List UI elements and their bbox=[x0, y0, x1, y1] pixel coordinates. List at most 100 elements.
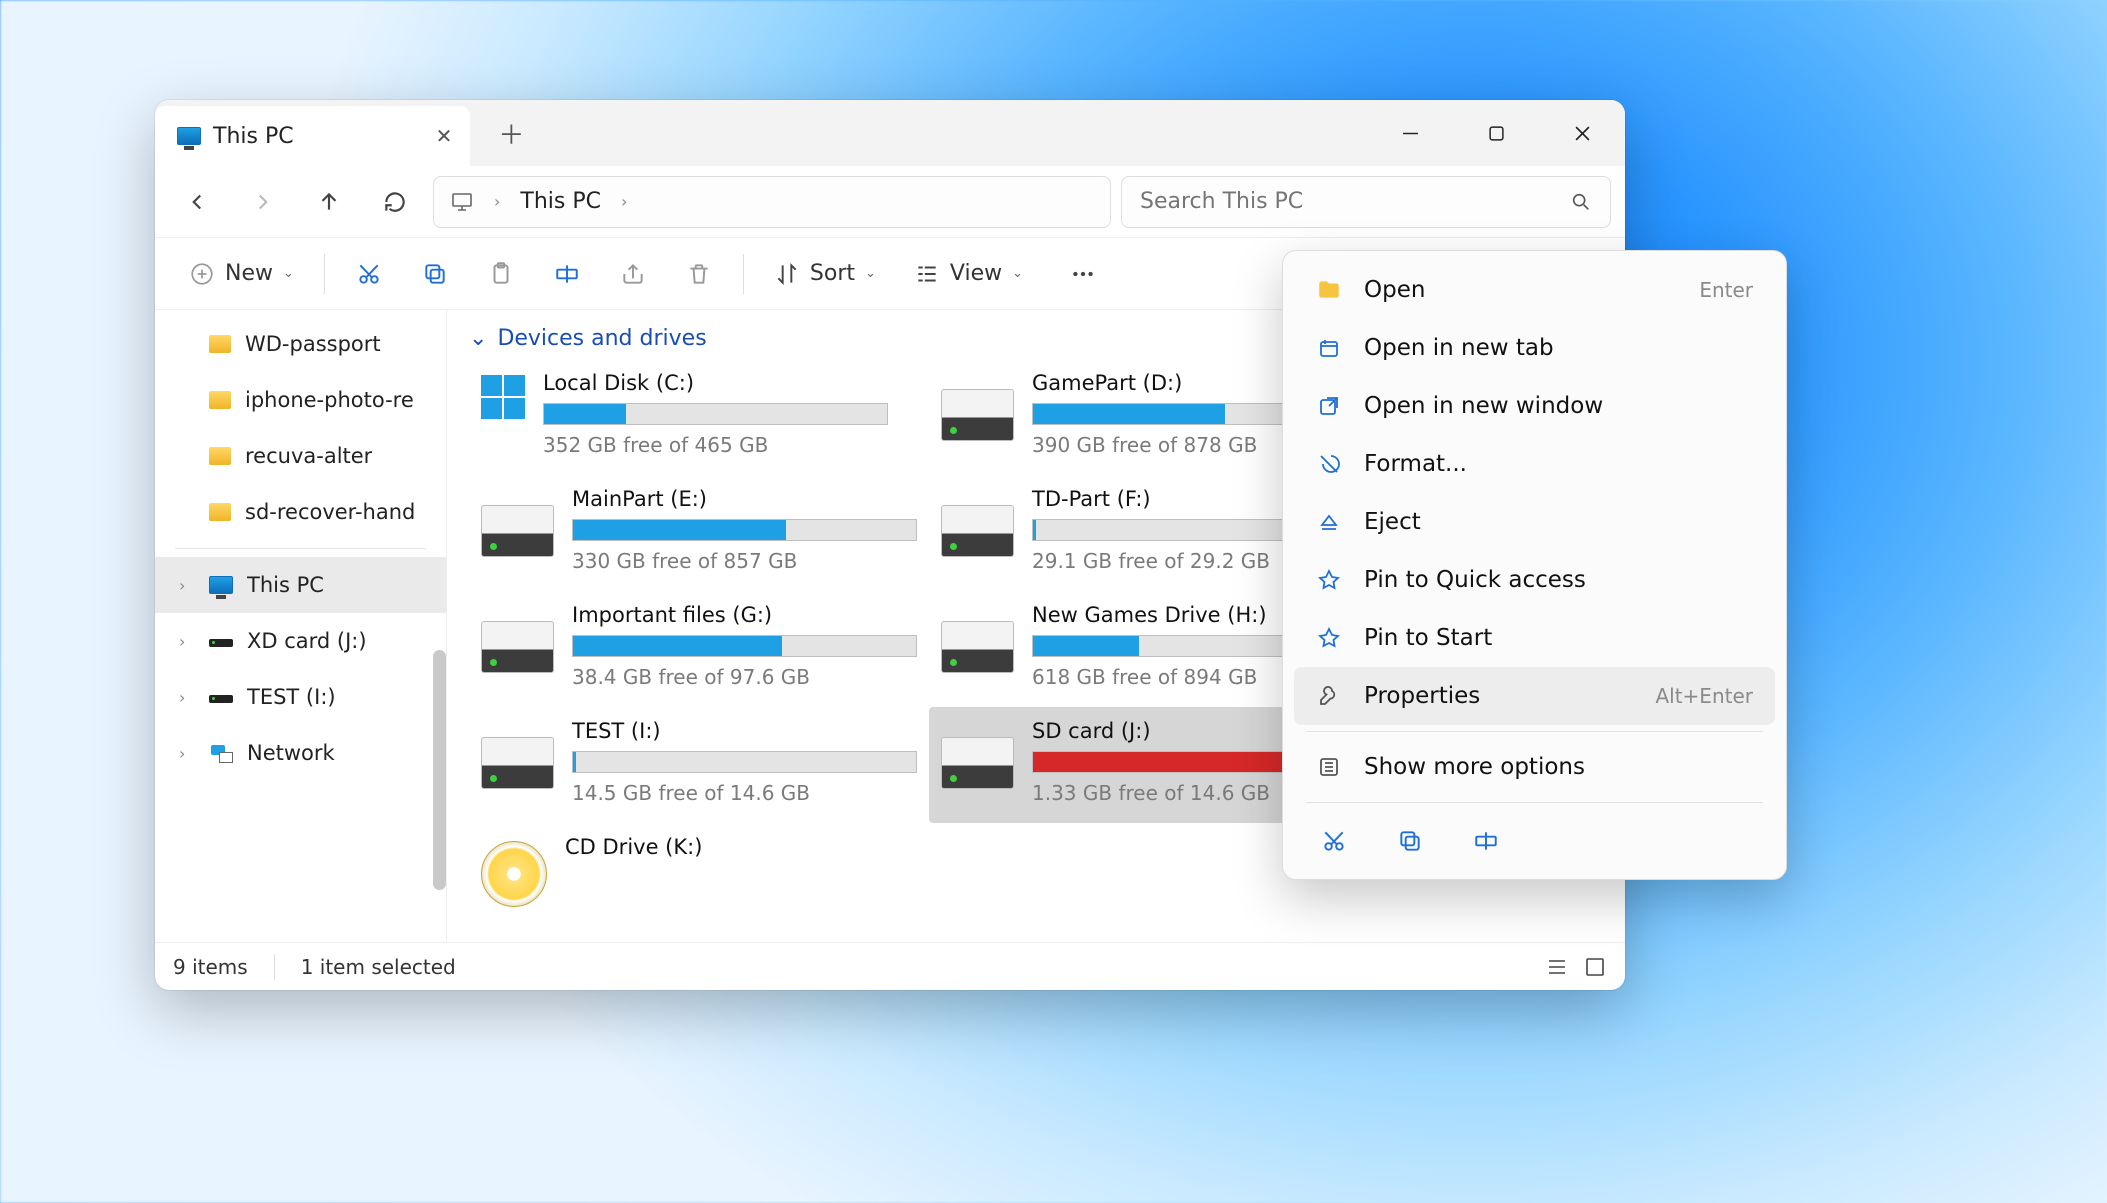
sidebar-tree-item[interactable]: › TEST (I:) bbox=[155, 669, 446, 725]
folder-icon bbox=[209, 447, 231, 465]
drive-item[interactable]: Important files (G:)38.4 GB free of 97.6… bbox=[469, 591, 929, 707]
window-controls bbox=[1367, 107, 1625, 159]
chevron-down-icon: ⌄ bbox=[283, 266, 294, 281]
navigation-pane[interactable]: WD-passport iphone-photo-re recuva-alter sd… bbox=[155, 310, 447, 942]
drive-icon bbox=[941, 505, 1014, 557]
cut-button[interactable] bbox=[1312, 819, 1356, 863]
context-menu: OpenEnterOpen in new tabOpen in new wind… bbox=[1282, 250, 1787, 880]
sidebar-quick-item[interactable]: sd-recover-hand bbox=[155, 484, 446, 540]
rename-button[interactable] bbox=[537, 247, 597, 301]
scrollbar-thumb[interactable] bbox=[433, 650, 446, 890]
sidebar-tree-item[interactable]: ›XD card (J:) bbox=[155, 613, 446, 669]
capacity-bar bbox=[543, 403, 888, 425]
separator bbox=[175, 548, 426, 549]
selection-count: 1 item selected bbox=[301, 955, 456, 979]
sidebar-quick-item[interactable]: iphone-photo-re bbox=[155, 372, 446, 428]
drive-item[interactable]: MainPart (E:)330 GB free of 857 GB bbox=[469, 475, 929, 591]
details-view-button[interactable] bbox=[1545, 955, 1569, 979]
capacity-bar bbox=[572, 635, 917, 657]
sort-button[interactable]: Sort ⌄ bbox=[758, 247, 892, 301]
sidebar-tree-item[interactable]: ›Network bbox=[155, 725, 446, 781]
close-button[interactable] bbox=[1539, 107, 1625, 159]
maximize-button[interactable] bbox=[1453, 107, 1539, 159]
expander-icon[interactable]: › bbox=[179, 632, 195, 651]
separator bbox=[1306, 731, 1763, 732]
cut-button[interactable] bbox=[339, 247, 399, 301]
context-menu-item[interactable]: Format... bbox=[1294, 435, 1775, 493]
drive-icon bbox=[941, 737, 1014, 789]
tiles-view-button[interactable] bbox=[1583, 955, 1607, 979]
drive-icon bbox=[209, 695, 233, 703]
sidebar-item-label: WD-passport bbox=[245, 332, 381, 356]
search-box[interactable] bbox=[1121, 176, 1611, 228]
expander-icon[interactable]: › bbox=[179, 688, 195, 707]
format-icon bbox=[1316, 451, 1342, 477]
drive-name: CD Drive (K:) bbox=[565, 835, 917, 859]
context-menu-label: Eject bbox=[1364, 509, 1421, 535]
sidebar-item-label: recuva-alter bbox=[245, 444, 372, 468]
titlebar: This PC ✕ ＋ bbox=[155, 100, 1625, 166]
pc-icon bbox=[209, 576, 233, 594]
capacity-bar bbox=[572, 751, 917, 773]
more-button[interactable] bbox=[1053, 247, 1113, 301]
context-menu-item[interactable]: PropertiesAlt+Enter bbox=[1294, 667, 1775, 725]
pin-icon bbox=[1316, 567, 1342, 593]
sidebar-item-label: TEST (I:) bbox=[247, 685, 336, 709]
back-button[interactable] bbox=[169, 174, 225, 230]
copy-button[interactable] bbox=[1388, 819, 1432, 863]
eject-icon bbox=[1316, 509, 1342, 535]
share-button[interactable] bbox=[603, 247, 663, 301]
copy-button[interactable] bbox=[405, 247, 465, 301]
view-button[interactable]: View ⌄ bbox=[898, 247, 1039, 301]
delete-button[interactable] bbox=[669, 247, 729, 301]
tab-this-pc[interactable]: This PC ✕ bbox=[155, 106, 470, 166]
address-bar[interactable]: › This PC › bbox=[433, 176, 1111, 228]
context-menu-footer bbox=[1288, 809, 1781, 869]
refresh-button[interactable] bbox=[367, 174, 423, 230]
drive-item[interactable]: Local Disk (C:)352 GB free of 465 GB bbox=[469, 359, 929, 475]
view-switcher bbox=[1545, 955, 1607, 979]
paste-button[interactable] bbox=[471, 247, 531, 301]
sidebar-item-label: iphone-photo-re bbox=[245, 388, 414, 412]
search-input[interactable] bbox=[1140, 189, 1570, 214]
forward-button[interactable] bbox=[235, 174, 291, 230]
context-menu-item[interactable]: Eject bbox=[1294, 493, 1775, 551]
expander-icon[interactable]: › bbox=[179, 576, 195, 595]
sidebar-quick-item[interactable]: recuva-alter bbox=[155, 428, 446, 484]
breadcrumb[interactable]: This PC bbox=[520, 189, 601, 214]
tab-close-button[interactable]: ✕ bbox=[436, 124, 453, 148]
context-menu-item[interactable]: Open in new tab bbox=[1294, 319, 1775, 377]
sidebar-quick-item[interactable]: WD-passport bbox=[155, 316, 446, 372]
context-menu-item[interactable]: OpenEnter bbox=[1294, 261, 1775, 319]
context-menu-item[interactable]: Pin to Quick access bbox=[1294, 551, 1775, 609]
chevron-right-icon[interactable]: › bbox=[621, 192, 627, 211]
tab-title: This PC bbox=[213, 124, 294, 149]
drive-free-text: 352 GB free of 465 GB bbox=[543, 433, 917, 457]
search-icon[interactable] bbox=[1570, 191, 1592, 213]
context-menu-label: Show more options bbox=[1364, 754, 1585, 780]
new-tab-button[interactable]: ＋ bbox=[498, 115, 524, 152]
drive-item[interactable]: CD Drive (K:) bbox=[469, 823, 929, 925]
minimize-button[interactable] bbox=[1367, 107, 1453, 159]
capacity-bar bbox=[572, 519, 917, 541]
chevron-down-icon: ⌄ bbox=[865, 266, 876, 281]
context-menu-item[interactable]: Pin to Start bbox=[1294, 609, 1775, 667]
drive-item[interactable]: TEST (I:)14.5 GB free of 14.6 GB bbox=[469, 707, 929, 823]
separator bbox=[324, 254, 325, 294]
more-icon bbox=[1316, 754, 1342, 780]
context-menu-item[interactable]: Show more options bbox=[1294, 738, 1775, 796]
expander-icon[interactable]: › bbox=[179, 744, 195, 763]
drive-icon bbox=[481, 621, 554, 673]
new-button[interactable]: New ⌄ bbox=[173, 247, 310, 301]
rename-button[interactable] bbox=[1464, 819, 1508, 863]
chevron-down-icon: ⌄ bbox=[1012, 266, 1023, 281]
monitor-icon bbox=[450, 190, 474, 214]
context-menu-item[interactable]: Open in new window bbox=[1294, 377, 1775, 435]
pin-icon bbox=[1316, 625, 1342, 651]
folder-icon bbox=[209, 391, 231, 409]
sidebar-tree-item[interactable]: ›This PC bbox=[155, 557, 446, 613]
drive-free-text: 38.4 GB free of 97.6 GB bbox=[572, 665, 917, 689]
up-button[interactable] bbox=[301, 174, 357, 230]
new-label: New bbox=[225, 261, 273, 286]
folder-icon bbox=[209, 503, 231, 521]
